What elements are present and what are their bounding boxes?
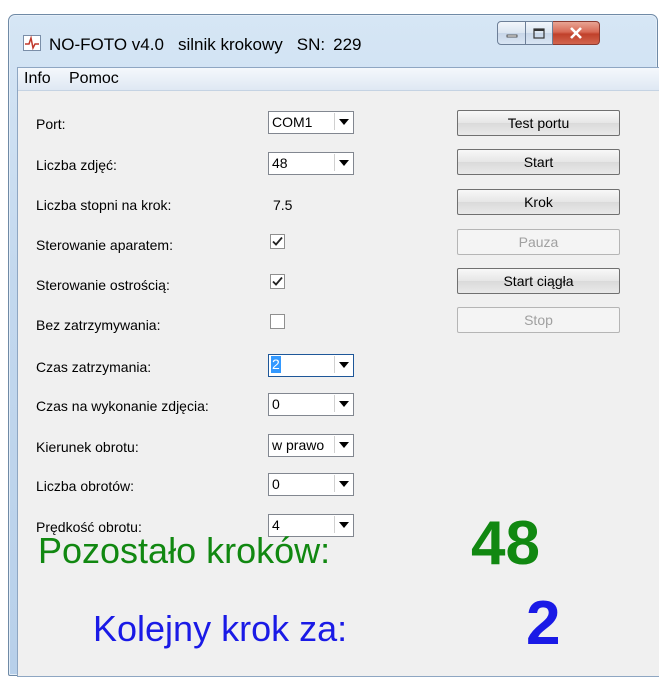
port-select[interactable]: COM1	[268, 111, 354, 134]
menu-info[interactable]: Info	[24, 70, 51, 88]
dropdown-arrow-icon[interactable]	[334, 395, 352, 412]
pause-button[interactable]: Pauza	[457, 229, 620, 255]
dropdown-arrow-icon[interactable]	[334, 475, 352, 492]
photo-count-select[interactable]: 48	[268, 152, 354, 175]
no-stop-checkbox[interactable]	[270, 314, 285, 329]
focus-control-label: Sterowanie ostrością:	[36, 277, 170, 293]
port-label: Port:	[36, 116, 66, 132]
app-window: NO-FOTO v4.0 silnik krokowy SN: 229 Info Po…	[8, 14, 659, 677]
minimize-icon	[506, 34, 517, 38]
stop-time-value: 2	[271, 356, 281, 373]
test-port-button[interactable]: Test portu	[457, 110, 620, 136]
step-button[interactable]: Krok	[457, 189, 620, 215]
rotations-label: Liczba obrotów:	[36, 478, 135, 494]
photo-count-label: Liczba zdjęć:	[36, 157, 117, 173]
dropdown-arrow-icon[interactable]	[334, 113, 352, 130]
menu-bar: Info Pomoc	[18, 68, 659, 91]
checkmark-icon	[272, 236, 283, 246]
port-value: COM1	[272, 114, 313, 130]
serial-number: 229	[333, 35, 362, 54]
direction-select[interactable]: w prawo	[268, 434, 354, 457]
close-button[interactable]	[553, 21, 600, 45]
photo-time-value: 0	[272, 396, 280, 412]
maximize-button[interactable]	[526, 21, 553, 45]
stop-button[interactable]: Stop	[457, 307, 620, 333]
rotations-value: 0	[272, 476, 280, 492]
window-title: NO-FOTO v4.0 silnik krokowy SN: 229	[49, 35, 376, 55]
direction-label: Kierunek obrotu:	[36, 439, 139, 455]
serial-label: SN:	[296, 35, 326, 54]
start-button[interactable]: Start	[457, 149, 620, 175]
app-icon	[23, 35, 41, 51]
dropdown-arrow-icon[interactable]	[334, 516, 352, 533]
camera-control-checkbox[interactable]	[270, 234, 285, 249]
window-subtitle: silnik krokowy	[177, 35, 283, 54]
close-icon	[570, 27, 582, 39]
rotations-select[interactable]: 0	[268, 473, 354, 496]
degrees-per-step-label: Liczba stopni na krok:	[36, 197, 172, 213]
photo-time-label: Czas na wykonanie zdjęcia:	[36, 398, 209, 414]
dropdown-arrow-icon[interactable]	[334, 154, 352, 171]
direction-value: w prawo	[272, 437, 325, 453]
start-continuous-button[interactable]: Start ciągła	[457, 268, 620, 294]
remaining-steps-label: Pozostało kroków:	[38, 530, 331, 571]
photo-count-value: 48	[272, 155, 288, 171]
app-name: NO-FOTO v4.0	[49, 35, 164, 54]
main-panel: Info Pomoc Port: COM1 Liczba zdjęć: 48 L…	[17, 67, 659, 677]
next-step-label: Kolejny krok za:	[93, 608, 348, 649]
photo-time-select[interactable]: 0	[268, 393, 354, 416]
dropdown-arrow-icon[interactable]	[334, 356, 352, 373]
checkmark-icon	[272, 276, 283, 286]
title-bar[interactable]: NO-FOTO v4.0 silnik krokowy SN: 229	[9, 15, 657, 65]
stop-time-select[interactable]: 2	[268, 354, 354, 377]
stop-time-label: Czas zatrzymania:	[36, 359, 152, 375]
remaining-steps-value: 48	[471, 509, 540, 578]
minimize-button[interactable]	[497, 21, 526, 45]
window-controls	[497, 21, 600, 45]
next-step-value: 2	[526, 589, 561, 658]
degrees-per-step-value: 7.5	[273, 197, 293, 213]
no-stop-label: Bez zatrzymywania:	[36, 317, 161, 333]
camera-control-label: Sterowanie aparatem:	[36, 237, 173, 253]
menu-help[interactable]: Pomoc	[69, 70, 119, 88]
focus-control-checkbox[interactable]	[270, 274, 285, 289]
maximize-icon	[533, 27, 545, 39]
dropdown-arrow-icon[interactable]	[334, 436, 352, 453]
